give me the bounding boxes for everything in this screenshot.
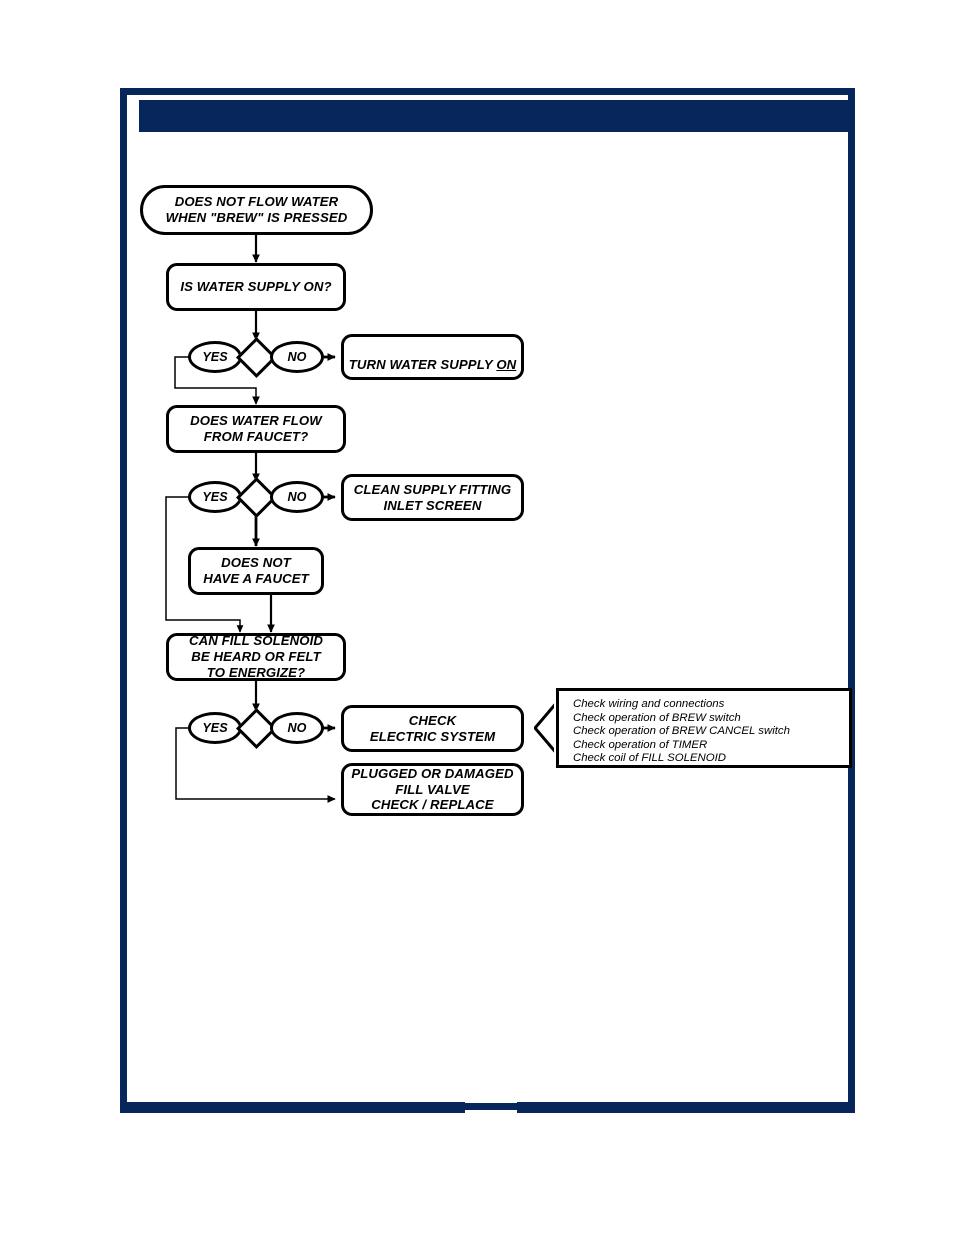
flow-node-turn-on-text: TURN WATER SUPPLY ON xyxy=(349,341,517,373)
flow-node-start[interactable]: DOES NOT FLOW WATER WHEN "BREW" IS PRESS… xyxy=(140,185,373,235)
electric-system-checklist-callout: Check wiring and connections Check opera… xyxy=(534,688,852,768)
flow-decision-faucet-yes[interactable]: YES xyxy=(188,481,242,513)
callout-pointer-icon xyxy=(534,701,558,755)
callout-line-5: Check coil of FILL SOLENOID xyxy=(573,752,726,765)
flow-decision-supply-no[interactable]: NO xyxy=(270,341,324,373)
callout-line-2: Check operation of BREW switch xyxy=(573,711,741,724)
flow-node-fill-valve[interactable]: PLUGGED OR DAMAGED FILL VALVE CHECK / RE… xyxy=(341,763,524,816)
flowchart-connectors xyxy=(165,235,336,803)
callout-body: Check wiring and connections Check opera… xyxy=(556,688,852,768)
flow-node-faucet-flow[interactable]: DOES WATER FLOW FROM FAUCET? xyxy=(166,405,346,453)
troubleshooting-flowchart: DOES NOT FLOW WATER WHEN "BREW" IS PRESS… xyxy=(0,0,954,1235)
flow-decision-supply-yes[interactable]: YES xyxy=(188,341,242,373)
flow-decision-solenoid[interactable]: YES NO xyxy=(188,707,324,749)
callout-line-1: Check wiring and connections xyxy=(573,698,725,710)
callout-line-3: Check operation of BREW CANCEL switch xyxy=(573,725,790,738)
flow-node-turn-on-label: TURN WATER SUPPLY ON xyxy=(348,357,517,372)
flow-node-no-faucet[interactable]: DOES NOT HAVE A FAUCET xyxy=(188,547,324,595)
flow-decision-faucet[interactable]: YES NO xyxy=(188,476,324,518)
flow-node-clean-screen[interactable]: CLEAN SUPPLY FITTING INLET SCREEN xyxy=(341,474,524,521)
flow-decision-supply[interactable]: YES NO xyxy=(188,336,324,378)
flow-decision-solenoid-no[interactable]: NO xyxy=(270,712,324,744)
flow-node-check-electric[interactable]: CHECK ELECTRIC SYSTEM xyxy=(341,705,524,752)
callout-line-4: Check operation of TIMER xyxy=(573,738,708,751)
flow-node-water-supply[interactable]: IS WATER SUPPLY ON? xyxy=(166,263,346,311)
underlined-word: ON xyxy=(496,357,517,372)
flow-node-turn-on[interactable]: TURN WATER SUPPLY ON xyxy=(341,334,524,380)
flow-decision-faucet-no[interactable]: NO xyxy=(270,481,324,513)
flow-decision-solenoid-yes[interactable]: YES xyxy=(188,712,242,744)
flow-node-fill-solenoid[interactable]: CAN FILL SOLENOID BE HEARD OR FELT TO EN… xyxy=(166,633,346,681)
